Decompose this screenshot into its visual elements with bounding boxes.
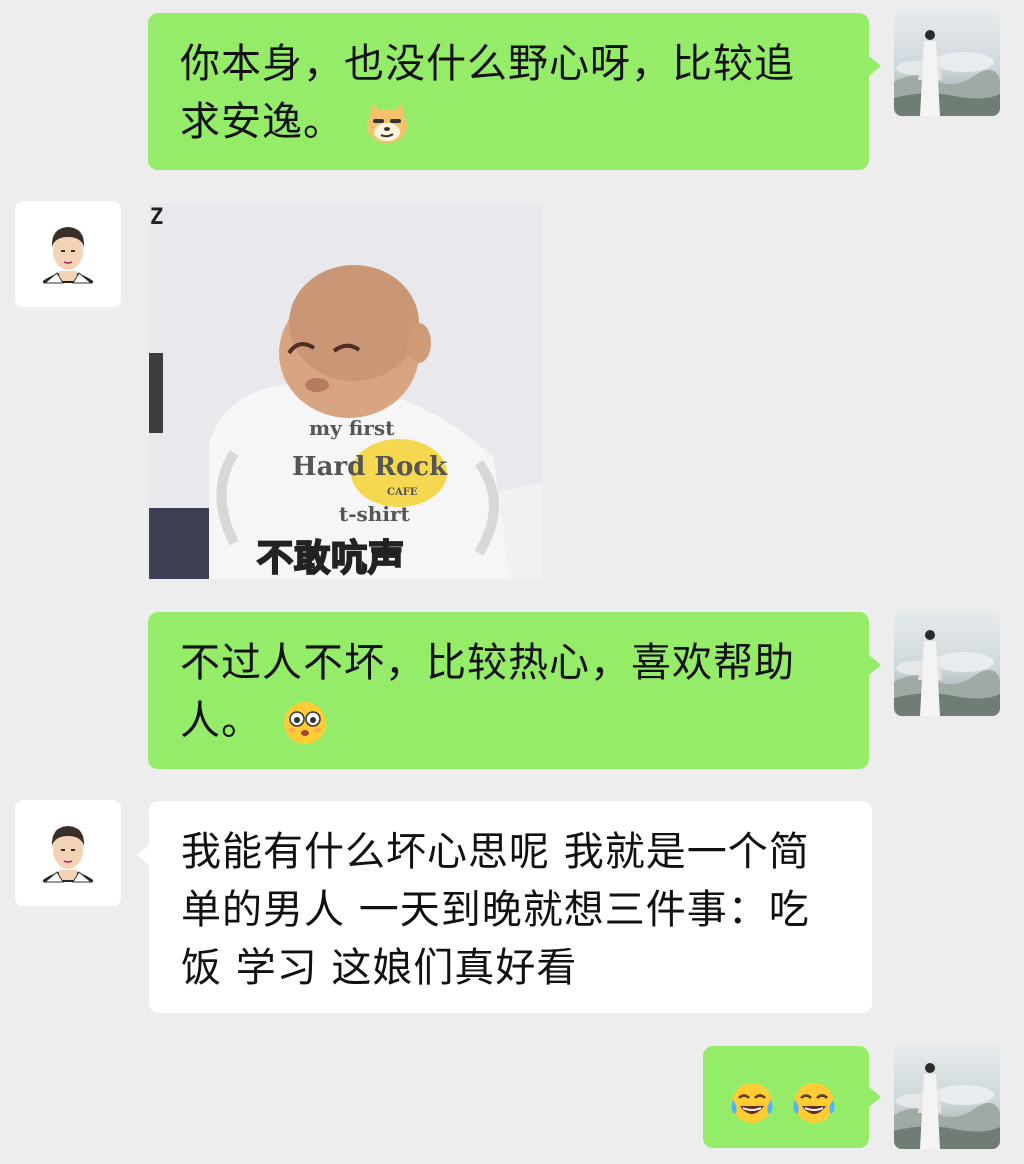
contact-avatar[interactable] xyxy=(15,201,121,307)
my-avatar[interactable] xyxy=(894,610,1000,716)
message-text-fragment: 求安逸。 xyxy=(180,99,344,145)
message-text-line: 我能有什么坏心思呢 我就是一个简 xyxy=(181,829,810,875)
message-bubble-outgoing[interactable]: 不过人不坏，比较热心，喜欢帮助 人。 xyxy=(148,612,869,769)
bubble-tail xyxy=(869,1087,881,1107)
contact-avatar[interactable] xyxy=(15,800,121,906)
sticker-corner-mark: Z xyxy=(150,205,164,230)
my-avatar[interactable] xyxy=(894,10,1000,116)
message-text-line: 求安逸。 xyxy=(180,93,837,151)
my-avatar[interactable] xyxy=(894,1043,1000,1149)
message-text-line: 饭 学习 这娘们真好看 xyxy=(181,945,578,991)
sticker-image[interactable]: my first Hard Rock CAFE t-shirt 不敢吭声 xyxy=(149,203,542,579)
shirt-text-small: CAFE xyxy=(387,487,418,498)
message-bubble-outgoing[interactable]: 你本身，也没什么野心呀，比较追 求安逸。 xyxy=(148,13,869,170)
bubble-tail xyxy=(869,56,881,76)
smug-doge-emoji xyxy=(366,103,407,143)
tears-of-joy-emoji xyxy=(793,1083,835,1123)
message-bubble-outgoing[interactable] xyxy=(703,1046,869,1148)
message-text-line: 单的男人 一天到晚就想三件事：吃 xyxy=(181,887,810,933)
shirt-text-top: my first xyxy=(309,416,395,440)
message-bubble-incoming[interactable]: 我能有什么坏心思呢 我就是一个简 单的男人 一天到晚就想三件事：吃 饭 学习 这… xyxy=(149,801,872,1013)
flushed-face-emoji xyxy=(283,702,326,744)
shirt-text-bottom: t-shirt xyxy=(339,502,410,526)
message-text-line: 不过人不坏，比较热心，喜欢帮助 xyxy=(180,640,795,686)
message-text-line: 人。 xyxy=(180,692,837,750)
message-text-fragment: 人。 xyxy=(180,698,262,744)
tears-of-joy-emoji xyxy=(731,1083,773,1123)
bubble-tail xyxy=(869,655,881,675)
shirt-text-middle: Hard Rock xyxy=(292,452,448,482)
message-text-line: 你本身，也没什么野心呀，比较追 xyxy=(180,41,795,87)
bubble-tail xyxy=(137,845,149,865)
sticker-caption: 不敢吭声 xyxy=(256,537,406,579)
